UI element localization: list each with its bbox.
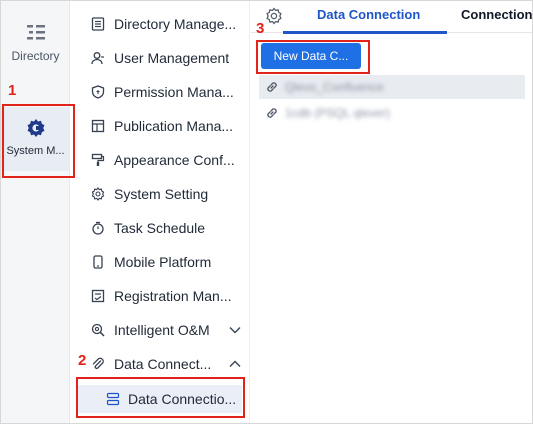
annotation-number-3: 3 xyxy=(256,20,265,37)
connection-name: Qlevo_Confluence xyxy=(285,80,384,94)
menu-item-publication-management[interactable]: Publication Mana... xyxy=(90,114,242,138)
menu-item-user-management[interactable]: User Management xyxy=(90,46,242,70)
active-tab-indicator xyxy=(283,31,447,34)
tab-bar: Data Connection Connection xyxy=(251,1,533,34)
menu-item-label: Appearance Conf... xyxy=(114,152,235,168)
chevron-down-icon[interactable] xyxy=(228,326,242,334)
menu-item-task-schedule[interactable]: Task Schedule xyxy=(90,216,242,240)
menu-item-data-connection[interactable]: Data Connect... xyxy=(90,352,242,376)
link-icon xyxy=(265,80,279,94)
layout-icon xyxy=(90,118,106,134)
link-icon xyxy=(265,106,279,120)
menu-item-label: Registration Man... xyxy=(114,288,232,304)
menu-item-label: Mobile Platform xyxy=(114,254,212,270)
mobile-icon xyxy=(90,254,106,270)
system-menu: Directory Manage... User Management Perm… xyxy=(70,1,250,423)
connection-list-item[interactable]: Qlevo_Confluence xyxy=(259,75,525,99)
rail-item-directory[interactable]: Directory xyxy=(1,23,70,63)
menu-item-label: Publication Mana... xyxy=(114,118,234,134)
menu-item-label: Directory Manage... xyxy=(114,16,237,32)
annotation-number-1: 1 xyxy=(8,82,17,99)
menu-item-mobile-platform[interactable]: Mobile Platform xyxy=(90,250,242,274)
user-icon xyxy=(90,50,106,66)
stopwatch-icon xyxy=(90,220,106,236)
menu-item-permission-management[interactable]: Permission Mana... xyxy=(90,80,242,104)
menu-item-registration-management[interactable]: Registration Man... xyxy=(90,284,242,308)
menu-item-appearance-configuration[interactable]: Appearance Conf... xyxy=(90,148,242,172)
registration-icon xyxy=(90,288,106,304)
annotation-box-2 xyxy=(76,377,245,418)
tab-data-connection[interactable]: Data Connection xyxy=(317,7,420,22)
menu-item-label: System Setting xyxy=(114,186,209,202)
shield-icon xyxy=(90,84,106,100)
menu-item-intelligent-om[interactable]: Intelligent O&M xyxy=(90,318,242,342)
settings-gear-icon[interactable] xyxy=(265,7,283,25)
connection-list-item[interactable]: 1cdb (PSQL qlever) xyxy=(259,101,525,125)
menu-item-label: Data Connect... xyxy=(114,356,212,372)
connection-name: 1cdb (PSQL qlever) xyxy=(285,106,390,120)
annotation-number-2: 2 xyxy=(78,352,87,369)
annotation-box-1 xyxy=(2,104,75,178)
menu-item-label: Intelligent O&M xyxy=(114,322,210,338)
rail-item-directory-label: Directory xyxy=(11,49,60,63)
paperclip-icon xyxy=(90,356,106,372)
search-gear-icon xyxy=(90,322,106,338)
document-list-icon xyxy=(90,16,106,32)
chevron-up-icon[interactable] xyxy=(228,360,242,368)
menu-item-system-setting[interactable]: System Setting xyxy=(90,182,242,206)
left-rail: Directory System M... xyxy=(1,1,70,423)
paint-roller-icon xyxy=(90,152,106,168)
gear-icon xyxy=(90,186,106,202)
annotation-box-3 xyxy=(256,40,370,74)
menu-item-directory-management[interactable]: Directory Manage... xyxy=(90,12,242,36)
menu-item-label: Permission Mana... xyxy=(114,84,234,100)
directory-list-icon xyxy=(26,25,45,40)
tab-connection[interactable]: Connection xyxy=(461,7,533,22)
menu-item-label: Task Schedule xyxy=(114,220,206,236)
menu-item-label: User Management xyxy=(114,50,230,66)
